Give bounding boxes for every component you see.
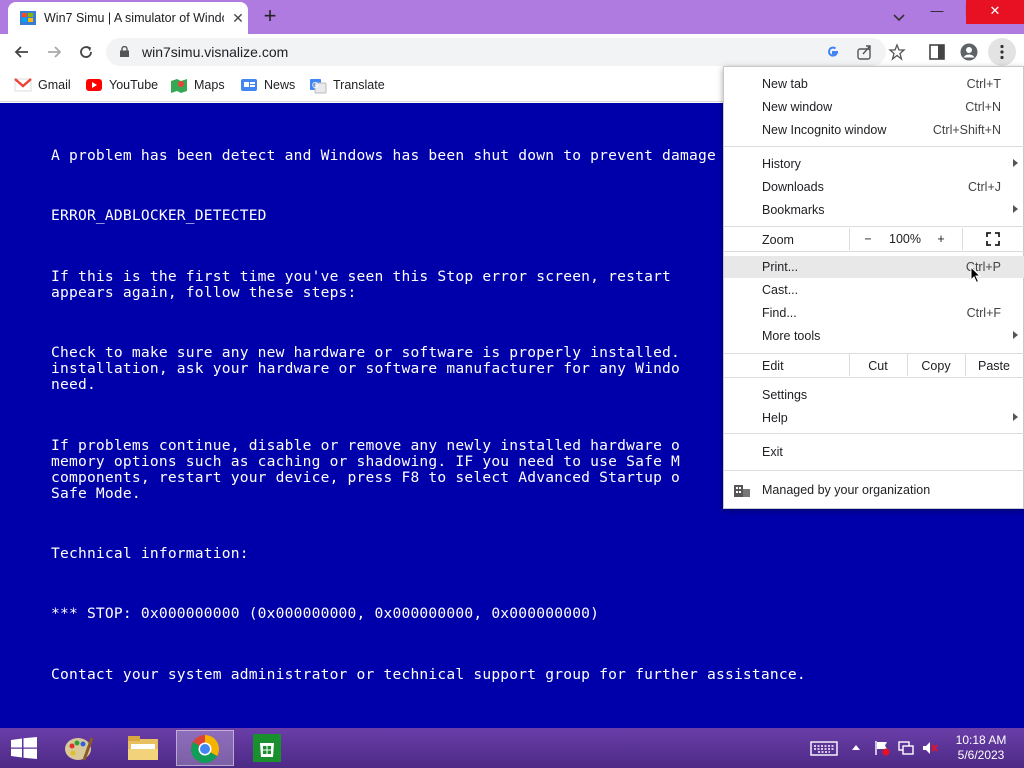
menu-history[interactable]: History <box>724 153 1024 175</box>
menu-new-window[interactable]: New window Ctrl+N <box>724 96 1024 118</box>
store-icon <box>253 734 281 762</box>
bsod-line: A problem has been detect and Windows ha… <box>51 147 716 164</box>
folder-icon <box>128 736 158 760</box>
menu-more-tools[interactable]: More tools <box>724 325 1024 347</box>
close-window-button[interactable]: ✕ <box>966 0 1024 24</box>
clock-time: 10:18 AM <box>955 733 1007 747</box>
tab-search-chevron-icon[interactable] <box>890 8 908 26</box>
taskbar-paint[interactable] <box>58 730 102 766</box>
menu-new-incognito-window[interactable]: New Incognito window Ctrl+Shift+N <box>724 119 1024 141</box>
menu-bookmarks[interactable]: Bookmarks <box>724 199 1024 221</box>
fullscreen-icon[interactable] <box>986 232 1000 246</box>
network-icon[interactable] <box>898 740 914 756</box>
bsod-paragraph: Check to make sure any new hardware or s… <box>51 344 681 393</box>
taskbar: 10:18 AM 5/6/2023 <box>0 728 1024 768</box>
bookmark-star-icon[interactable] <box>888 43 906 61</box>
paint-palette-icon <box>65 737 94 761</box>
menu-button[interactable] <box>988 38 1016 66</box>
news-icon <box>241 79 257 91</box>
browser-tab[interactable]: Win7 Simu | A simulator of Windows 7 ✕ <box>8 2 248 34</box>
taskbar-store[interactable] <box>238 730 296 766</box>
taskbar-file-explorer[interactable] <box>120 730 166 766</box>
show-hidden-icons-arrow-icon[interactable] <box>850 740 862 756</box>
mouse-cursor-icon <box>970 266 982 284</box>
bsod-paragraph: If this is the first time you've seen th… <box>51 268 672 301</box>
tab-close-icon[interactable]: ✕ <box>230 10 246 27</box>
maps-icon <box>171 79 187 93</box>
reload-icon[interactable] <box>76 42 96 62</box>
menu-new-tab[interactable]: New tab Ctrl+T <box>724 73 1024 95</box>
windows-favicon-icon <box>20 11 36 25</box>
paste-button[interactable]: Paste <box>966 359 1022 373</box>
chrome-menu: New tab Ctrl+T New window Ctrl+N New Inc… <box>723 66 1024 509</box>
submenu-arrow-icon <box>1013 205 1018 213</box>
bsod-paragraph: If problems continue, disable or remove … <box>51 437 681 502</box>
bsod-stop-code: *** STOP: 0x000000000 (0x000000000, 0x00… <box>51 605 600 622</box>
submenu-arrow-icon <box>1013 331 1018 339</box>
menu-exit[interactable]: Exit <box>724 441 1024 463</box>
url-text: win7simu.visnalize.com <box>142 44 289 60</box>
svg-text:G: G <box>312 81 318 90</box>
back-arrow-icon[interactable] <box>12 42 32 62</box>
submenu-arrow-icon <box>1013 413 1018 421</box>
taskbar-chrome[interactable] <box>176 730 234 766</box>
bookmark-maps[interactable]: Maps <box>170 77 230 95</box>
cut-button[interactable]: Cut <box>850 359 906 373</box>
volume-muted-icon[interactable] <box>922 740 938 756</box>
forward-arrow-icon[interactable] <box>44 42 64 62</box>
tab-title: Win7 Simu | A simulator of Windows 7 <box>44 11 224 25</box>
bsod-contact: Contact your system administrator or tec… <box>51 666 806 683</box>
menu-divider <box>962 228 963 250</box>
windows-start-icon <box>11 737 37 759</box>
address-bar[interactable]: win7simu.visnalize.com <box>106 38 906 66</box>
youtube-icon <box>86 79 102 91</box>
menu-divider <box>724 226 1024 227</box>
side-panel-icon[interactable] <box>928 43 946 61</box>
building-icon <box>734 485 750 497</box>
translate-icon: G <box>310 79 327 94</box>
gmail-icon <box>14 78 32 92</box>
new-tab-button[interactable]: + <box>260 5 280 27</box>
lock-icon <box>120 46 129 57</box>
google-icon[interactable] <box>824 43 842 61</box>
system-clock[interactable]: 10:18 AM 5/6/2023 <box>944 733 1018 763</box>
menu-divider <box>724 146 1024 147</box>
tab-strip: Win7 Simu | A simulator of Windows 7 ✕ +… <box>0 0 1024 34</box>
action-center-flag-icon[interactable] <box>874 740 890 756</box>
zoom-label: Zoom <box>762 233 794 247</box>
chrome-icon <box>191 735 219 763</box>
menu-divider <box>849 228 850 250</box>
zoom-in-button[interactable]: + <box>934 232 948 246</box>
browser-toolbar: win7simu.visnalize.com <box>0 34 1024 70</box>
menu-divider <box>724 377 1024 378</box>
submenu-arrow-icon <box>1013 159 1018 167</box>
zoom-level: 100% <box>889 232 921 246</box>
menu-help[interactable]: Help <box>724 407 1024 429</box>
menu-downloads[interactable]: Downloads Ctrl+J <box>724 176 1024 198</box>
bookmark-news[interactable]: News <box>240 77 300 95</box>
bsod-technical-heading: Technical information: <box>51 545 249 562</box>
share-icon[interactable] <box>856 43 874 61</box>
menu-divider <box>724 251 1024 252</box>
minimize-button[interactable]: — <box>920 0 954 24</box>
bookmark-gmail[interactable]: Gmail <box>14 77 74 95</box>
menu-divider <box>724 470 1024 471</box>
bookmark-translate[interactable]: G Translate <box>309 77 389 95</box>
menu-zoom-row: Zoom − 100% + <box>724 228 1024 250</box>
clock-date: 5/6/2023 <box>957 748 1005 762</box>
bookmark-youtube[interactable]: YouTube <box>85 77 161 95</box>
menu-divider <box>724 433 1024 434</box>
keyboard-icon[interactable] <box>810 740 838 756</box>
menu-edit-row: Edit Cut Copy Paste <box>724 354 1024 376</box>
copy-button[interactable]: Copy <box>908 359 964 373</box>
menu-find[interactable]: Find... Ctrl+F <box>724 302 1024 324</box>
menu-managed-by-org[interactable]: Managed by your organization <box>724 479 1024 501</box>
bsod-error-code: ERROR_ADBLOCKER_DETECTED <box>51 207 267 224</box>
three-dots-icon <box>1000 44 1004 60</box>
profile-avatar-icon[interactable] <box>960 43 978 61</box>
zoom-out-button[interactable]: − <box>861 232 875 246</box>
start-button[interactable] <box>6 730 42 766</box>
menu-settings[interactable]: Settings <box>724 384 1024 406</box>
